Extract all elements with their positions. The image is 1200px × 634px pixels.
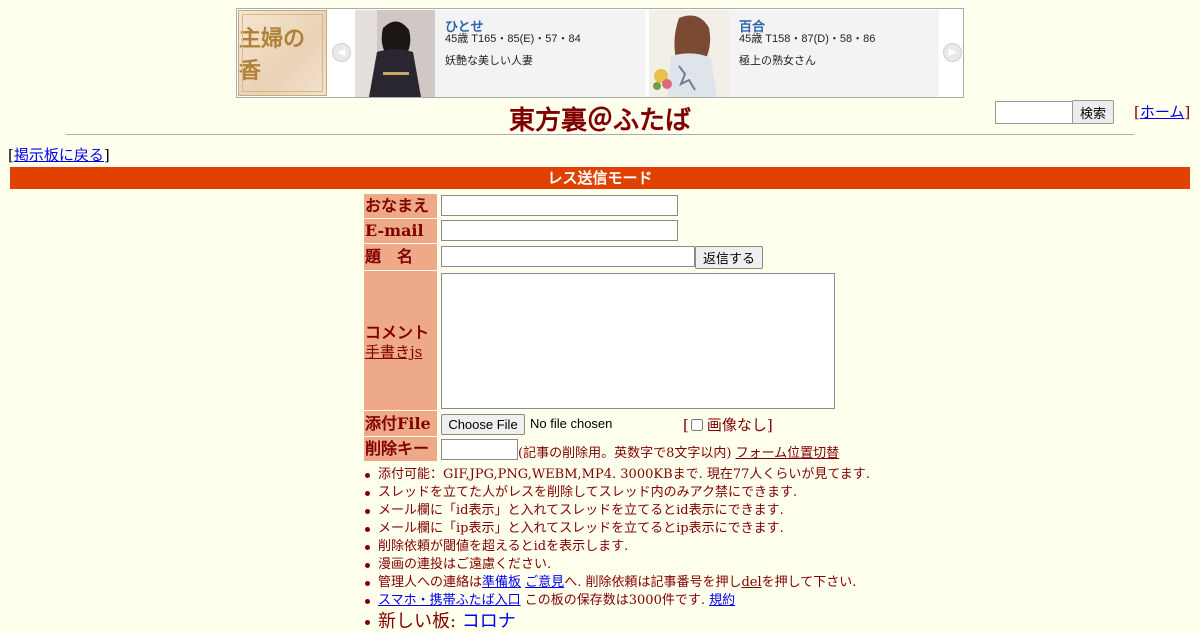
- rules-list: 添付可能：GIF,JPG,PNG,WEBM,MP4. 3000KBまで. 現在7…: [365, 466, 870, 634]
- card-spec: 45歳 T158・87(D)・58・86: [739, 33, 876, 45]
- profile-photo: [355, 10, 435, 97]
- list-item: 添付可能：GIF,JPG,PNG,WEBM,MP4. 3000KBまで. 現在7…: [365, 466, 870, 484]
- list-item: 削除依頼が閾値を超えるとidを表示します.: [365, 538, 870, 556]
- delete-key-label: 削除キー: [364, 437, 437, 461]
- search-input[interactable]: [995, 101, 1078, 124]
- rule-text: 漫画の連投はご遠慮ください.: [378, 557, 552, 572]
- email-input[interactable]: [441, 220, 678, 241]
- delete-key-note: (記事の削除用。英数字で8文字以内): [518, 446, 732, 461]
- junbi-board-link[interactable]: 準備板: [482, 575, 521, 590]
- banner-card[interactable]: ひとせ 45歳 T165・85(E)・57・84 妖艶な美しい人妻: [355, 10, 645, 97]
- list-item: 新しい板: コロナ: [365, 610, 870, 634]
- no-file-text: No file chosen: [530, 416, 613, 431]
- prev-arrow-icon[interactable]: ◀: [332, 43, 351, 62]
- search-button[interactable]: 検索: [1072, 100, 1114, 124]
- rule-text: スレッドを立てた人がレスを削除してスレッド内のみアク禁にできます.: [378, 485, 798, 500]
- rule-text: この板の保存数は3000件です.: [524, 593, 705, 608]
- rule-text: 削除依頼が閾値を超えるとidを表示します.: [378, 539, 629, 554]
- list-item: メール欄に「id表示」と入れてスレッドを立てるとid表示にできます.: [365, 502, 870, 520]
- banner-card[interactable]: 百合 45歳 T158・87(D)・58・86 極上の熟女さん: [649, 10, 939, 97]
- card-desc: 極上の熟女さん: [739, 55, 816, 67]
- rule-text: へ. 削除依頼は記事番号を押し: [564, 575, 742, 590]
- card-spec: 45歳 T165・85(E)・57・84: [445, 33, 581, 45]
- list-item: 管理人への連絡は準備板 ご意見へ. 削除依頼は記事番号を押しdelを押して下さい…: [365, 574, 870, 592]
- delete-key-note-wrapper: (記事の削除用。英数字で8文字以内) フォーム位置切替: [518, 442, 839, 461]
- rule-text: メール欄に「id表示」と入れてスレッドを立てるとid表示にできます.: [378, 503, 784, 518]
- subject-input[interactable]: [441, 246, 695, 267]
- no-image-wrapper: [画像なし]: [683, 416, 773, 434]
- rule-text: を押して下さい.: [761, 575, 857, 590]
- next-arrow-icon[interactable]: ▶: [943, 43, 962, 62]
- choose-file-button[interactable]: Choose File: [441, 414, 525, 435]
- back-to-board-link[interactable]: 掲示板に戻る: [14, 146, 104, 164]
- card-desc: 妖艶な美しい人妻: [445, 55, 533, 67]
- comment-textarea[interactable]: [441, 273, 835, 409]
- list-item: 漫画の連投はご遠慮ください.: [365, 556, 870, 574]
- reply-mode-bar: レス送信モード: [10, 167, 1190, 189]
- rule-text: 管理人への連絡は: [378, 575, 483, 590]
- list-item: メール欄に「ip表示」と入れてスレッドを立てるとip表示にできます.: [365, 520, 870, 538]
- shop-logo[interactable]: 主婦の香: [238, 10, 327, 96]
- mobile-entrance-link[interactable]: スマホ・携帯ふたば入口: [378, 593, 521, 608]
- name-label: おなまえ: [364, 194, 437, 218]
- subject-label: 題 名: [364, 244, 437, 270]
- ad-banner[interactable]: 主婦の香 ◀ ひとせ 45歳 T165・85(E)・57・84 妖艶な美しい人妻…: [236, 8, 964, 98]
- list-item: スマホ・携帯ふたば入口 この板の保存数は3000件です. 規約: [365, 592, 870, 610]
- comment-label-cell: コメント 手書きjs: [364, 271, 437, 410]
- profile-photo: [649, 10, 729, 97]
- feedback-link[interactable]: ご意見: [525, 575, 564, 590]
- form-position-toggle-link[interactable]: フォーム位置切替: [736, 446, 840, 461]
- terms-link[interactable]: 規約: [709, 593, 735, 608]
- handwriting-link[interactable]: 手書きjs: [365, 341, 422, 362]
- list-item: スレッドを立てた人がレスを削除してスレッド内のみアク禁にできます.: [365, 484, 870, 502]
- comment-label: コメント: [365, 323, 430, 342]
- delete-key-input[interactable]: [441, 439, 518, 460]
- home-link-wrapper: [ホーム]: [1134, 103, 1191, 121]
- new-board-link[interactable]: コロナ: [462, 611, 516, 632]
- no-image-label: 画像なし: [706, 416, 767, 434]
- name-input[interactable]: [441, 195, 678, 216]
- divider: [66, 134, 1134, 135]
- rule-text: 新しい板:: [378, 611, 462, 632]
- del-link[interactable]: del: [741, 575, 761, 590]
- email-label: E-mail: [364, 219, 437, 243]
- rule-text: 添付可能：GIF,JPG,PNG,WEBM,MP4. 3000KBまで. 現在7…: [378, 467, 870, 482]
- file-label: 添付File: [364, 411, 437, 436]
- submit-reply-button[interactable]: 返信する: [695, 246, 763, 269]
- home-link[interactable]: ホーム: [1140, 103, 1185, 121]
- no-image-checkbox[interactable]: [690, 419, 703, 431]
- logo-frame: [242, 14, 323, 92]
- rule-text: メール欄に「ip表示」と入れてスレッドを立てるとip表示にできます.: [378, 521, 784, 536]
- back-link-wrapper: [掲示板に戻る]: [8, 146, 110, 164]
